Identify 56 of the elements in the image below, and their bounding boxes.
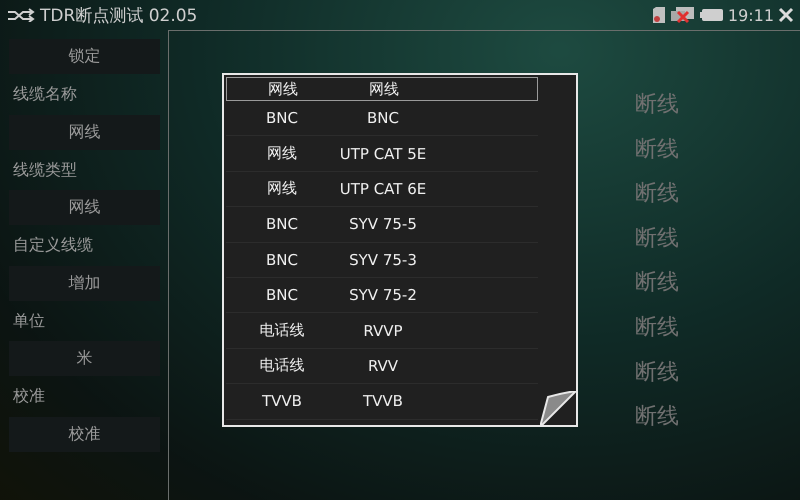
cable-name: TVVB bbox=[261, 392, 303, 410]
cable-name: 网线 bbox=[266, 179, 298, 198]
cable-type: BNC bbox=[366, 109, 400, 128]
side-button[interactable]: 锁定 bbox=[9, 39, 160, 74]
cable-type: SYV 75-3 bbox=[348, 250, 418, 269]
cable-name: BNC bbox=[265, 109, 299, 128]
result-label: 断线 bbox=[635, 269, 679, 298]
cable-row[interactable]: BNC SYV 75-3 bbox=[226, 242, 538, 278]
cable-type: UTP CAT 5E bbox=[338, 144, 428, 163]
result-label: 断线 bbox=[635, 403, 679, 432]
cable-type: TVVB bbox=[362, 392, 404, 410]
cable-name: BNC bbox=[265, 215, 299, 234]
shuffle-icon bbox=[6, 8, 36, 22]
cable-row[interactable]: 网线 网线 bbox=[226, 77, 538, 101]
cable-name: 电话线 bbox=[258, 321, 306, 340]
side-button[interactable]: 米 bbox=[9, 341, 160, 376]
network-error-icon bbox=[670, 6, 696, 24]
cable-row[interactable]: TVVB TVVB bbox=[226, 384, 538, 420]
cable-row[interactable]: 电话线 RVVP bbox=[226, 313, 538, 349]
side-label: 校准 bbox=[12, 385, 46, 407]
cable-row[interactable]: BNC BNC bbox=[226, 101, 538, 136]
result-label: 断线 bbox=[635, 314, 679, 342]
cable-name: 网线 bbox=[267, 80, 299, 98]
cable-row[interactable]: 网线 UTP CAT 5E bbox=[226, 136, 538, 172]
cable-row[interactable]: BNC SYV 75-2 bbox=[226, 278, 538, 314]
cable-type: RVV bbox=[366, 356, 400, 375]
result-label: 断线 bbox=[635, 180, 679, 208]
side-button[interactable]: 校准 bbox=[9, 416, 160, 452]
side-button[interactable]: 增加 bbox=[9, 266, 160, 300]
cable-name: BNC bbox=[265, 250, 299, 269]
cable-type: UTP CAT 6E bbox=[338, 180, 428, 198]
side-button[interactable]: 网线 bbox=[9, 114, 160, 150]
cable-type: 网线 bbox=[368, 80, 400, 98]
cable-type: RVVP bbox=[362, 322, 404, 340]
side-button[interactable]: 网线 bbox=[9, 190, 160, 225]
cable-type: SYV 75-5 bbox=[348, 215, 418, 234]
cable-row[interactable]: BNC SYV 75-5 bbox=[226, 207, 538, 243]
cable-row[interactable]: 电话线 RVV bbox=[226, 348, 538, 384]
cable-name: 电话线 bbox=[258, 356, 306, 376]
result-label: 断线 bbox=[635, 91, 679, 119]
result-label: 断线 bbox=[635, 224, 679, 253]
cable-name: BNC bbox=[265, 286, 299, 304]
window-title: TDR断点测试 02.05 bbox=[40, 4, 198, 26]
side-label: 线缆名称 bbox=[12, 83, 78, 105]
result-label: 断线 bbox=[635, 136, 679, 164]
cable-name: 网线 bbox=[266, 144, 298, 164]
cable-row[interactable]: 网线 UTP CAT 6E bbox=[226, 172, 538, 208]
side-label: 自定义线缆 bbox=[12, 234, 94, 256]
sd-card-icon bbox=[652, 6, 666, 24]
result-label: 断线 bbox=[635, 358, 679, 387]
battery-icon bbox=[700, 8, 724, 22]
side-label: 线缆类型 bbox=[12, 158, 78, 180]
cable-type: SYV 75-2 bbox=[348, 286, 418, 304]
clock: 19:11 bbox=[728, 6, 774, 24]
side-label: 单位 bbox=[12, 310, 46, 332]
close-icon[interactable] bbox=[778, 7, 794, 23]
